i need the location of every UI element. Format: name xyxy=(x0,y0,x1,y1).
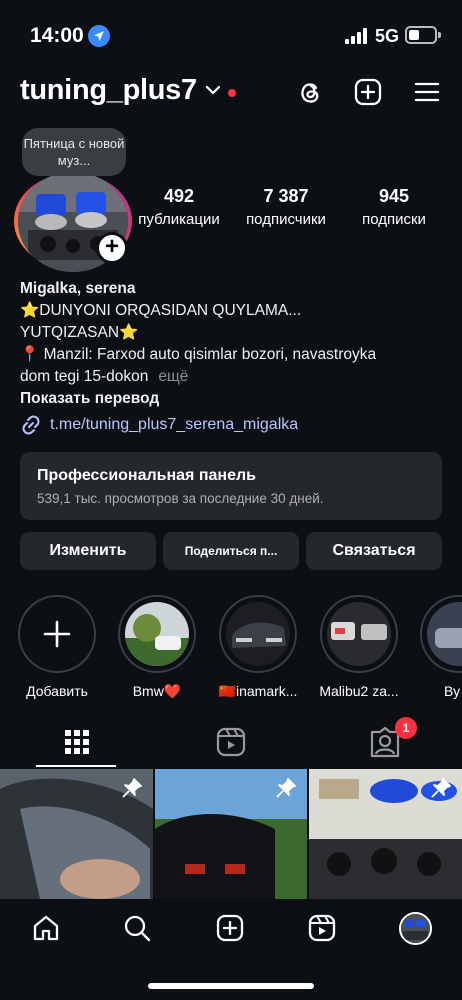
profile-link[interactable]: t.me/tuning_plus7_serena_migalka xyxy=(20,414,298,436)
add-story-button[interactable]: + xyxy=(96,232,128,264)
post-thumbnail[interactable] xyxy=(309,769,462,899)
stat-posts-label: публикации xyxy=(138,211,220,228)
highlight-item[interactable]: Malibu2 za... xyxy=(319,595,399,699)
create-post-icon[interactable] xyxy=(353,77,383,107)
search-icon[interactable] xyxy=(122,913,152,943)
highlight-label: Bmw❤️ xyxy=(132,683,182,699)
highlight-item[interactable]: 🇨🇳inamark... xyxy=(218,595,298,700)
pin-icon xyxy=(431,778,451,798)
highlight-item[interactable]: Ву xyxy=(420,595,462,699)
bio-more-link[interactable]: ещё xyxy=(158,368,188,385)
bio-line: dom tegi 15-dokon xyxy=(20,368,149,385)
chevron-down-icon[interactable] xyxy=(205,84,221,96)
highlight-thumbnail xyxy=(427,602,462,666)
highlight-label: Malibu2 za... xyxy=(319,683,399,699)
highlight-item[interactable]: Bmw❤️ xyxy=(117,595,197,700)
highlight-circle xyxy=(219,595,297,673)
highlight-thumbnail xyxy=(125,602,189,666)
status-time: 14:00 xyxy=(30,24,84,47)
grid-tab-icon[interactable] xyxy=(57,722,97,762)
highlight-label: 🇨🇳inamark... xyxy=(218,683,298,699)
notification-dot xyxy=(228,89,236,97)
active-tab-indicator xyxy=(36,765,116,767)
tagged-badge: 1 xyxy=(395,717,417,739)
professional-dashboard[interactable]: Профессиональная панель 539,1 тыс. просм… xyxy=(20,452,442,520)
highlight-circle xyxy=(320,595,398,673)
stat-followers-label: подписчики xyxy=(246,211,326,228)
home-indicator xyxy=(148,983,314,989)
note-bubble[interactable]: Пятница с новой муз... xyxy=(22,128,126,176)
profile-link-text[interactable]: t.me/tuning_plus7_serena_migalka xyxy=(50,416,298,433)
profile-bio: Migalka, serena ⭐DUNYONI ORQASIDAN QUYLA… xyxy=(20,278,440,410)
highlight-label: Ву xyxy=(444,683,461,699)
dashboard-subtitle: 539,1 тыс. просмотров за последние 30 дн… xyxy=(37,491,324,506)
highlight-thumbnail xyxy=(327,602,391,666)
profile-name: Migalka, serena xyxy=(20,280,136,297)
menu-icon[interactable] xyxy=(412,77,442,107)
stat-posts-value: 492 xyxy=(163,186,195,206)
bio-line: YUTQIZASAN⭐ xyxy=(20,324,139,341)
stat-following[interactable]: 945 подписки xyxy=(346,186,442,228)
bio-line: 📍 Manzil: Farxod auto qisimlar bozori, n… xyxy=(20,346,377,363)
highlight-circle xyxy=(18,595,96,673)
highlight-circle xyxy=(420,595,462,673)
pin-icon xyxy=(122,778,142,798)
reels-tab-icon[interactable] xyxy=(211,722,251,762)
stat-followers[interactable]: 7 387 подписчики xyxy=(232,186,340,228)
stat-following-value: 945 xyxy=(378,186,410,206)
status-bar: 14:00 5G xyxy=(0,0,462,60)
stat-followers-value: 7 387 xyxy=(263,186,309,206)
reels-icon[interactable] xyxy=(307,913,337,943)
share-profile-button[interactable]: Поделиться п... xyxy=(163,532,299,570)
pin-icon xyxy=(276,778,296,798)
create-icon[interactable] xyxy=(215,913,245,943)
bio-line: ⭐DUNYONI ORQASIDAN QUYLAMA... xyxy=(20,302,302,319)
highlight-add[interactable]: Добавить xyxy=(17,595,97,699)
stat-posts[interactable]: 492 публикации xyxy=(130,186,228,228)
battery-icon xyxy=(405,26,441,44)
highlight-label: Добавить xyxy=(26,683,88,699)
signal-icon xyxy=(345,28,367,44)
profile-username[interactable]: tuning_plus7 xyxy=(20,74,197,107)
highlight-thumbnail xyxy=(226,602,290,666)
contact-button[interactable]: Связаться xyxy=(306,532,442,570)
network-label: 5G xyxy=(375,26,400,46)
post-thumbnail[interactable] xyxy=(155,769,307,899)
dashboard-title: Профессиональная панель xyxy=(37,467,256,484)
post-thumbnail[interactable] xyxy=(0,769,153,899)
plus-icon xyxy=(43,620,71,648)
stat-following-label: подписки xyxy=(362,211,426,228)
edit-profile-button[interactable]: Изменить xyxy=(20,532,156,570)
profile-nav-avatar[interactable] xyxy=(399,912,432,945)
location-arrow-icon xyxy=(88,25,110,47)
link-icon xyxy=(22,415,40,435)
home-icon[interactable] xyxy=(31,913,61,943)
show-translation-link[interactable]: Показать перевод xyxy=(20,388,440,410)
highlight-circle xyxy=(118,595,196,673)
threads-icon[interactable] xyxy=(295,77,325,107)
